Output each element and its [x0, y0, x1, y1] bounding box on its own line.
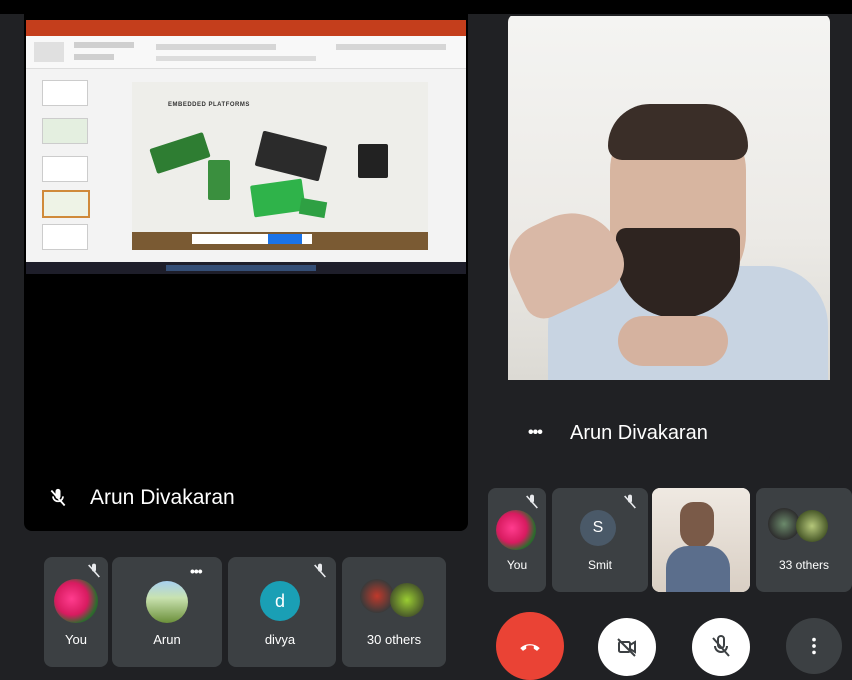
- camera-off-icon: [617, 638, 636, 657]
- participant-tile-others[interactable]: 30 others: [342, 557, 446, 667]
- flower-avatar: [54, 579, 98, 623]
- more-options-icon[interactable]: •••: [190, 563, 203, 579]
- avatar-initial: d: [274, 590, 285, 611]
- pinned-video-tile[interactable]: ••• Arun Divakaran: [508, 14, 830, 463]
- slide-title: EMBEDDED PLATFORMS: [168, 102, 250, 108]
- participant-label: 30 others: [366, 632, 422, 647]
- presentation-tile[interactable]: EMBEDDED PLATFORMS Arun Divakaran: [24, 14, 468, 531]
- ppt-title-bar: [26, 20, 466, 36]
- participant-label: 33 others: [778, 558, 830, 572]
- board-image: [208, 160, 230, 200]
- pinned-more-icon[interactable]: •••: [528, 424, 543, 442]
- participant-tile-arun[interactable]: ••• Arun: [112, 557, 222, 667]
- camera-person-body: [666, 546, 730, 592]
- participant-label: You: [65, 632, 87, 647]
- vertical-dots-icon: [812, 637, 816, 655]
- mic-off-icon: [314, 563, 326, 578]
- group-avatar-1: [360, 579, 394, 613]
- participant-tile-camera[interactable]: [652, 488, 750, 592]
- slide-thumbnails: [32, 74, 92, 254]
- phone-hangup-icon: [520, 644, 540, 651]
- participant-label: You: [506, 558, 528, 572]
- top-bar: [0, 0, 852, 14]
- flower-avatar: [496, 510, 536, 550]
- initial-avatar: S: [580, 510, 616, 546]
- participant-tile-you[interactable]: You: [44, 557, 108, 667]
- meeting-window: { "main_tile": { "speaker_name": "Arun D…: [0, 0, 852, 680]
- board-image: [250, 178, 306, 218]
- outdoor-photo-avatar: [146, 581, 188, 623]
- pinned-participant-name: Arun Divakaran: [570, 422, 708, 444]
- participant-tile-divya[interactable]: d divya: [228, 557, 336, 667]
- participant-label: Arun: [153, 632, 181, 647]
- more-options-button[interactable]: [786, 618, 842, 674]
- participant-tile-you-small[interactable]: You: [488, 488, 546, 592]
- participant-label: divya: [264, 632, 296, 647]
- mic-off-icon: [624, 494, 636, 509]
- participant-tile-smit[interactable]: S Smit: [552, 488, 648, 592]
- board-image: [298, 197, 328, 219]
- mic-off-icon: [526, 494, 538, 509]
- group-avatar-2: [796, 510, 828, 542]
- mic-off-icon: [88, 563, 100, 578]
- camera-toggle-button[interactable]: [598, 618, 656, 676]
- initial-avatar: d: [260, 581, 300, 621]
- person-hair: [608, 104, 748, 160]
- group-avatar-2: [390, 583, 424, 617]
- mic-toggle-button[interactable]: [692, 618, 750, 676]
- board-image: [149, 131, 211, 175]
- slide-canvas: EMBEDDED PLATFORMS: [132, 82, 428, 250]
- participant-tile-others-small[interactable]: 33 others: [756, 488, 852, 592]
- person-hand: [618, 316, 728, 366]
- taskbar: [26, 262, 466, 274]
- participant-label: Smit: [588, 558, 612, 572]
- mic-off-icon: [712, 635, 730, 657]
- board-image: [254, 130, 328, 182]
- presenter-name: Arun Divakaran: [90, 486, 235, 509]
- camera-person-head: [680, 502, 714, 548]
- shared-screen: EMBEDDED PLATFORMS: [26, 20, 466, 274]
- board-image: [358, 144, 388, 178]
- avatar-initial: S: [592, 519, 604, 536]
- end-call-button[interactable]: [496, 612, 564, 680]
- ppt-ribbon: [26, 36, 466, 69]
- mic-off-icon: [50, 488, 66, 507]
- participant-video: [508, 16, 830, 380]
